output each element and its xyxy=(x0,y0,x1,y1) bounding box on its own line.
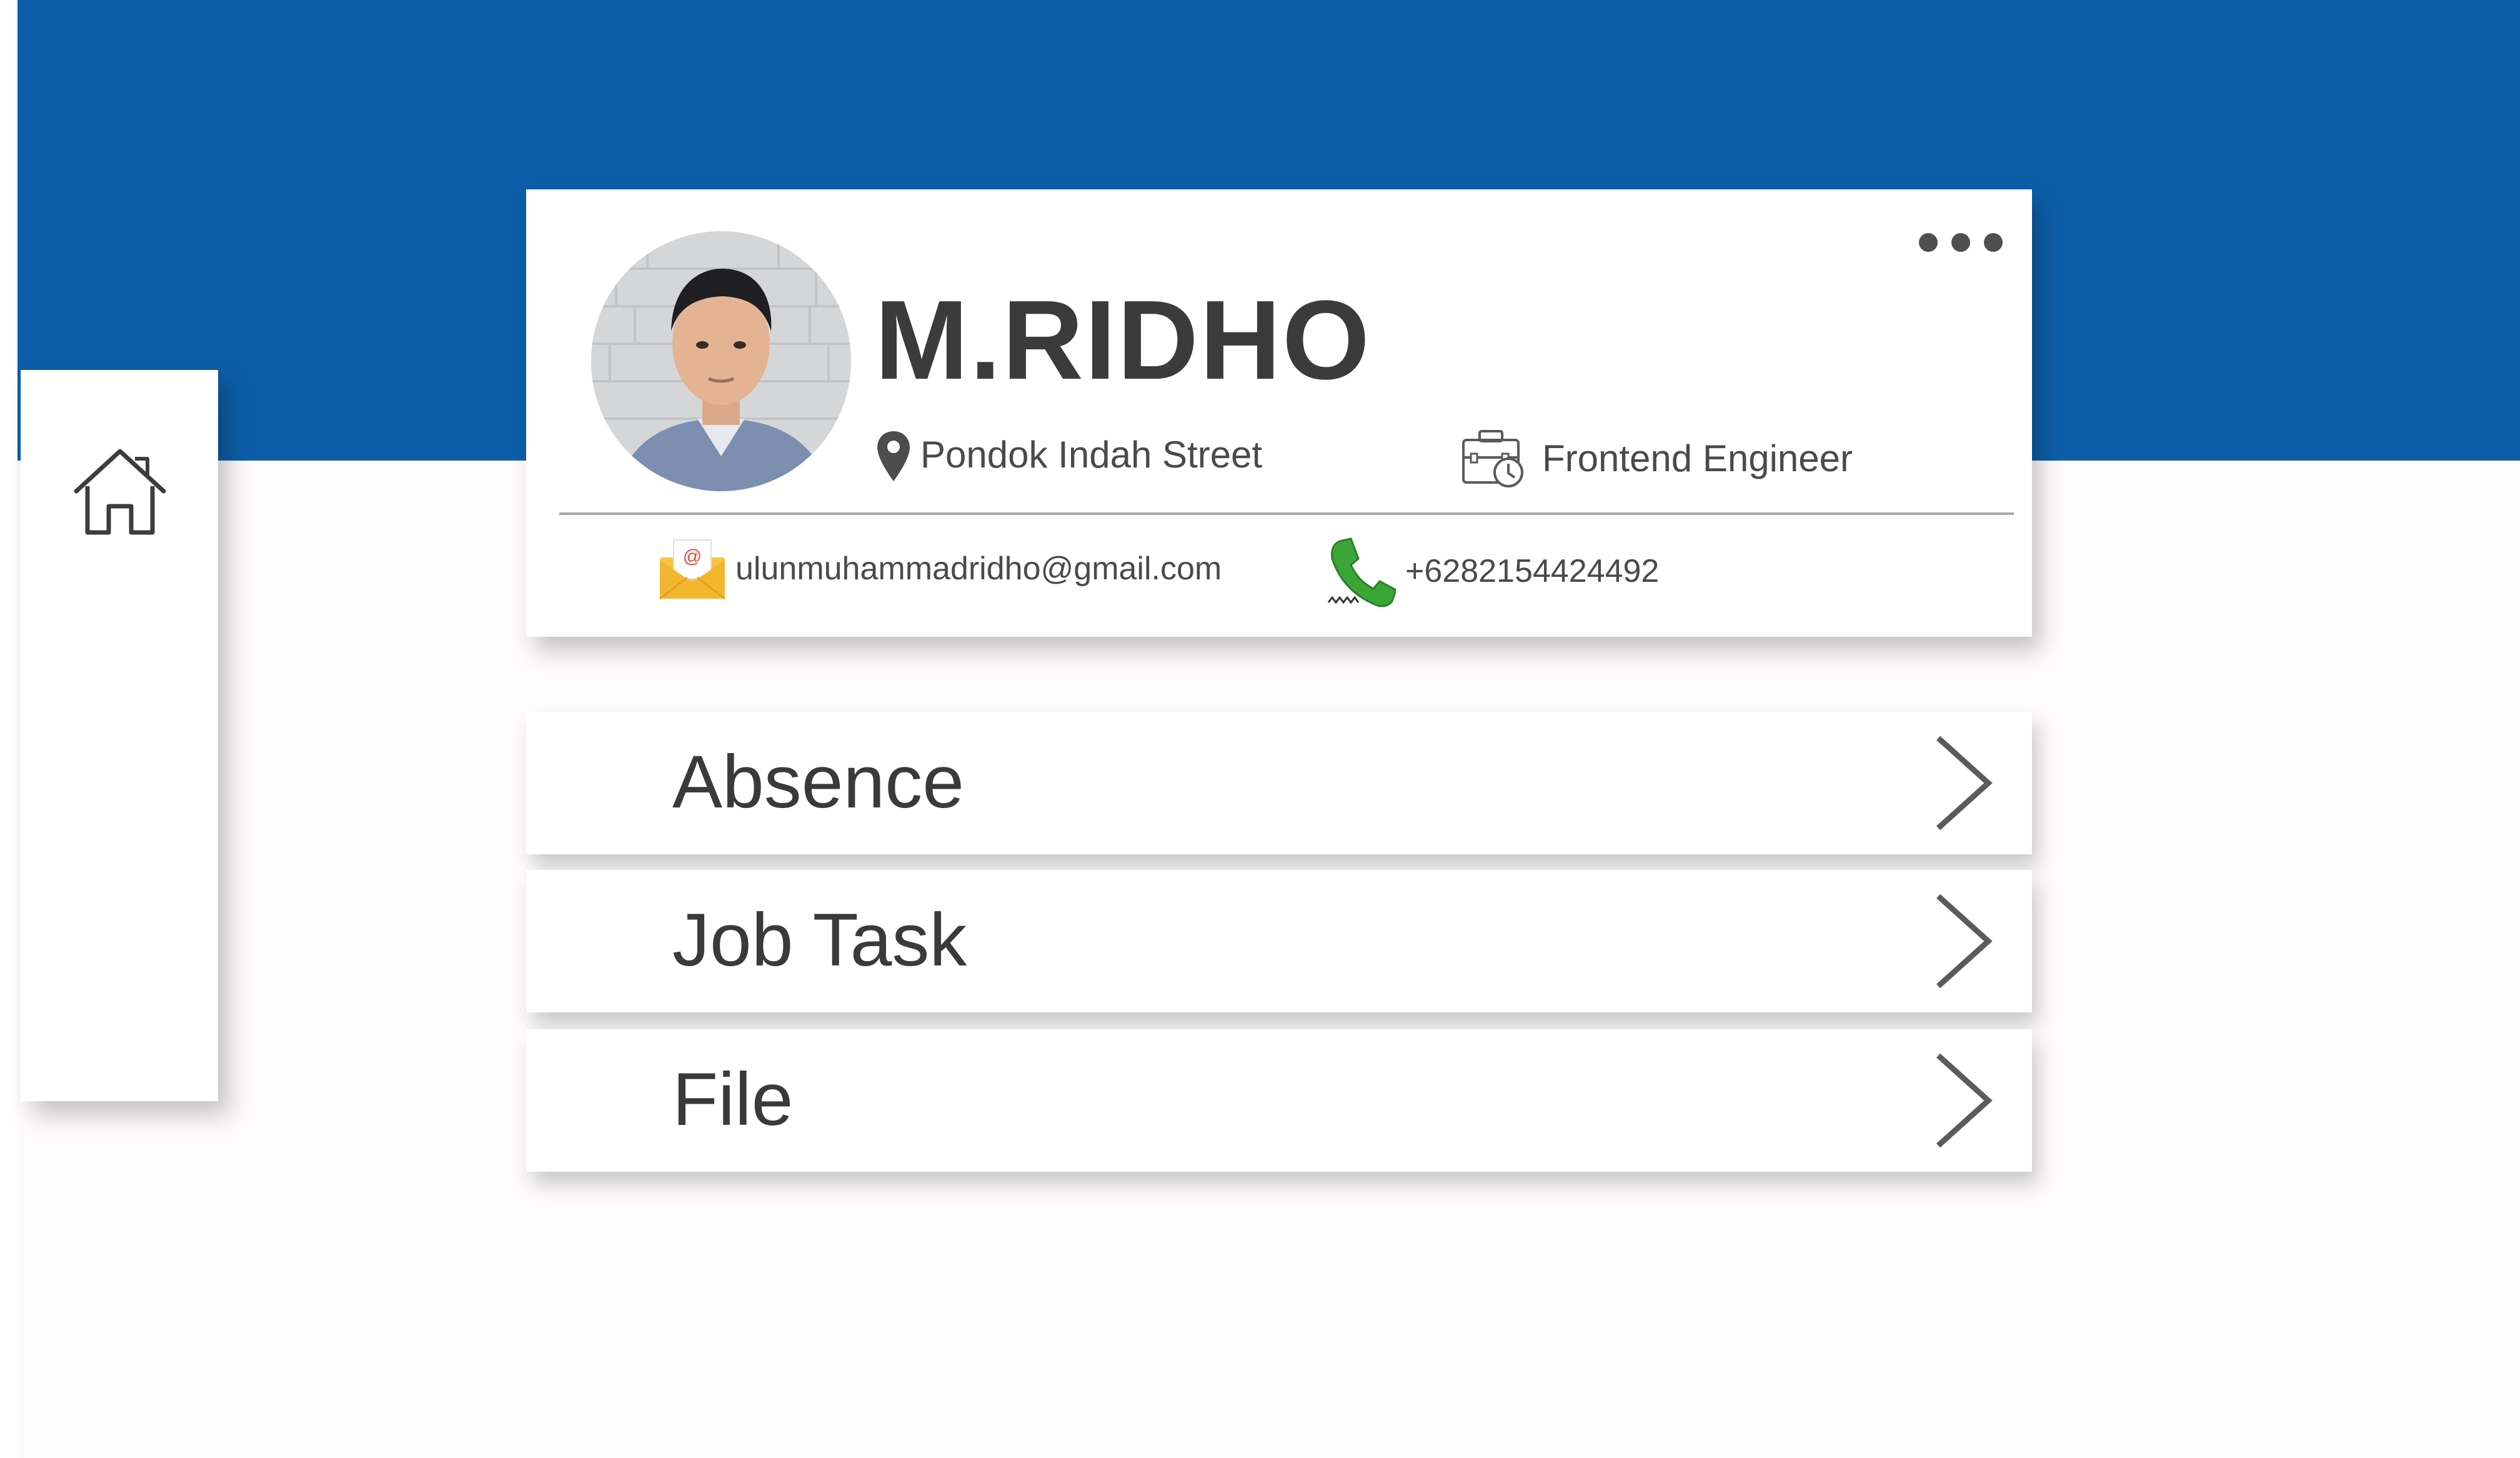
menu-item-label: File xyxy=(672,1057,794,1141)
briefcase-clock-icon xyxy=(1462,430,1523,487)
menu-item-job-task[interactable]: Job Task xyxy=(526,870,2032,1012)
profile-name: M.RIDHO xyxy=(875,277,1371,403)
chevron-right-icon[interactable] xyxy=(1931,733,2000,833)
location-pin-icon xyxy=(877,431,910,481)
menu-item-file[interactable]: File xyxy=(526,1029,2032,1172)
profile-phone[interactable]: +6282154424492 xyxy=(1405,555,1659,587)
more-dots-icon[interactable] xyxy=(1917,231,2005,254)
profile-email[interactable]: ulunmuhammadridho@gmail.com xyxy=(735,552,1222,585)
home-icon[interactable] xyxy=(70,445,170,539)
menu-item-label: Absence xyxy=(672,740,964,824)
card-divider xyxy=(559,512,2014,515)
avatar-photo xyxy=(591,231,851,491)
profile-location: Pondok Indah Street xyxy=(920,434,1263,476)
menu-item-label: Job Task xyxy=(672,898,967,982)
email-envelope-icon: @ xyxy=(659,539,725,600)
svg-text:@: @ xyxy=(683,546,702,567)
menu-item-absence[interactable]: Absence xyxy=(526,712,2032,854)
avatar xyxy=(591,231,851,491)
left-edge-strip xyxy=(0,0,17,1458)
chevron-right-icon[interactable] xyxy=(1931,1051,2000,1151)
profile-job-title: Frontend Engineer xyxy=(1542,437,1853,479)
phone-icon xyxy=(1327,537,1396,607)
chevron-right-icon[interactable] xyxy=(1931,891,2000,991)
